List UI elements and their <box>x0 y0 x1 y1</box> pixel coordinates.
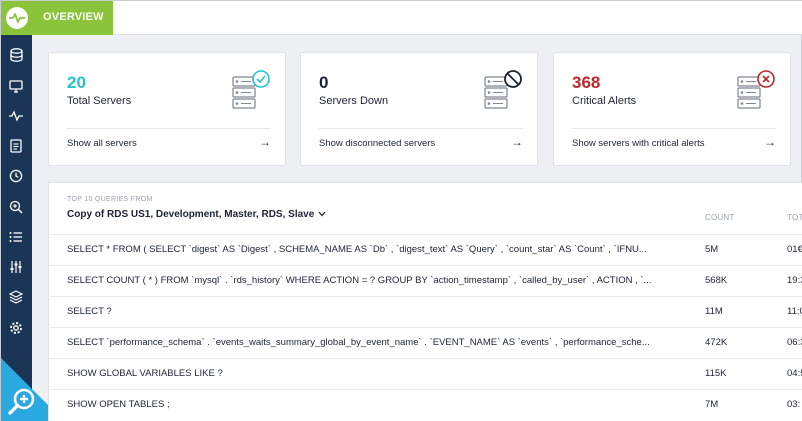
servers-down-label: Servers Down <box>319 95 389 107</box>
table-row[interactable]: SELECT ? 11M 11:0 <box>49 296 802 327</box>
query-count: 5M <box>705 244 719 255</box>
total-servers-count: 20 <box>67 73 86 92</box>
sliders-icon[interactable] <box>8 259 24 275</box>
clock-icon[interactable] <box>8 168 24 184</box>
query-text: SELECT COUNT ( * ) FROM `mysql` . `rds_h… <box>67 275 652 286</box>
arrow-right-icon[interactable]: → <box>511 135 523 149</box>
query-count: 472K <box>705 337 728 348</box>
database-icon[interactable] <box>8 47 24 63</box>
query-text: SELECT `performance_schema` . `events_wa… <box>67 337 650 348</box>
server-error-icon <box>734 69 778 113</box>
table-row[interactable]: SELECT `performance_schema` . `events_wa… <box>49 327 802 358</box>
source-selector-label: Copy of RDS US1, Development, Master, RD… <box>67 209 315 220</box>
source-selector[interactable]: Copy of RDS US1, Development, Master, RD… <box>67 209 326 220</box>
query-total: 04:5 <box>787 368 802 379</box>
activity-icon[interactable] <box>8 108 24 124</box>
query-text: SELECT ? <box>67 306 112 317</box>
table-row[interactable]: SELECT * FROM ( SELECT `digest` AS `Dige… <box>49 234 802 265</box>
critical-alerts-label: Critical Alerts <box>572 95 637 107</box>
total-servers-label: Total Servers <box>67 95 132 107</box>
pulse-icon <box>5 7 28 29</box>
query-count: 11M <box>705 306 723 317</box>
gear-icon[interactable] <box>8 320 24 336</box>
column-header-count[interactable]: COUNT <box>705 213 734 222</box>
query-count: 568K <box>705 275 728 286</box>
panel-kicker: TOP 10 QUERIES FROM <box>67 196 153 203</box>
query-text: SHOW OPEN TABLES ; <box>67 399 170 410</box>
card-divider <box>319 128 523 129</box>
server-blocked-icon <box>481 69 525 113</box>
card-servers-down: 0 Servers Down Show disconnected servers… <box>300 52 538 166</box>
zoom-icon[interactable] <box>8 199 24 215</box>
column-header-total[interactable]: TOT <box>787 213 802 222</box>
server-check-icon <box>229 69 273 113</box>
query-count: 115K <box>705 368 727 379</box>
servers-down-count: 0 <box>319 73 329 92</box>
app-logo[interactable] <box>1 1 32 35</box>
show-disconnected-servers-link[interactable]: Show disconnected servers <box>319 138 435 149</box>
card-divider <box>572 128 776 129</box>
table-row[interactable]: SELECT COUNT ( * ) FROM `mysql` . `rds_h… <box>49 265 802 296</box>
top-bar: OVERVIEW <box>1 1 802 35</box>
monitor-icon[interactable] <box>8 78 24 94</box>
card-critical-alerts: 368 Critical Alerts Show servers with cr… <box>553 52 791 166</box>
query-total: 06:3 <box>787 337 802 348</box>
top-queries-panel: TOP 10 QUERIES FROM Copy of RDS US1, Dev… <box>48 182 802 421</box>
list-icon[interactable] <box>8 229 24 245</box>
query-text: SHOW GLOBAL VARIABLES LIKE ? <box>67 368 223 379</box>
card-divider <box>67 128 271 129</box>
critical-alerts-count: 368 <box>572 73 601 92</box>
arrow-right-icon[interactable]: → <box>259 135 271 149</box>
sidebar <box>1 35 65 421</box>
chevron-down-icon <box>318 209 326 220</box>
query-total: 19:3 <box>787 275 802 286</box>
layers-icon[interactable] <box>8 289 24 305</box>
query-text: SELECT * FROM ( SELECT `digest` AS `Dige… <box>67 244 647 255</box>
document-icon[interactable] <box>8 138 24 154</box>
arrow-right-icon[interactable]: → <box>764 135 776 149</box>
tab-overview[interactable]: OVERVIEW <box>32 1 113 35</box>
show-all-servers-link[interactable]: Show all servers <box>67 138 137 149</box>
query-total: 01€ <box>787 244 802 255</box>
zoom-in-icon[interactable] <box>7 386 37 416</box>
query-total: 11:0 <box>787 306 802 317</box>
card-total-servers: 20 Total Servers Show all servers → <box>48 52 286 166</box>
table-row[interactable]: SHOW OPEN TABLES ; 7M 03: <box>49 389 802 420</box>
query-count: 7M <box>705 399 719 410</box>
query-total: 03: <box>787 399 801 410</box>
show-critical-servers-link[interactable]: Show servers with critical alerts <box>572 138 705 149</box>
table-row[interactable]: SHOW GLOBAL VARIABLES LIKE ? 115K 04:5 <box>49 358 802 389</box>
